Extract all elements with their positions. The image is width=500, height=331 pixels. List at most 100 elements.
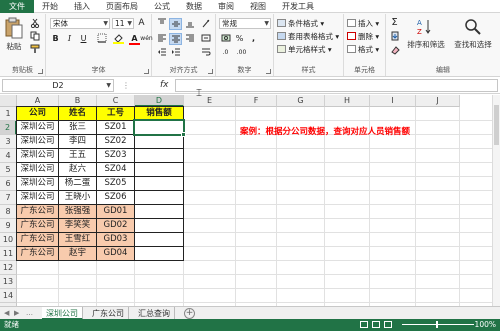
normal-view-icon[interactable]	[360, 321, 368, 328]
orientation-icon[interactable]	[199, 18, 212, 30]
table-cell[interactable]: 李笑笑	[58, 218, 97, 233]
table-cell[interactable]: 深圳公司	[16, 148, 59, 163]
table-cell[interactable]: 张三	[58, 120, 97, 135]
zoom-level[interactable]: 100%	[475, 319, 496, 331]
increase-indent-icon[interactable]	[169, 47, 182, 59]
table-cell[interactable]	[134, 246, 184, 261]
cut-icon[interactable]	[28, 18, 41, 30]
table-cell[interactable]	[134, 176, 184, 191]
table-cell[interactable]: 赵宇	[58, 246, 97, 261]
align-right-icon[interactable]	[183, 33, 196, 45]
table-cell[interactable]: 赵六	[58, 162, 97, 177]
table-cell[interactable]: SZ03	[96, 148, 135, 163]
table-cell[interactable]: 广东公司	[16, 232, 59, 247]
conditional-format-button[interactable]: 条件格式 ▾	[277, 18, 324, 30]
table-cell[interactable]: SZ01	[96, 120, 135, 135]
currency-icon[interactable]	[219, 33, 232, 45]
table-cell[interactable]: GD03	[96, 232, 135, 247]
header-cell[interactable]: 姓名	[58, 106, 97, 121]
table-cell[interactable]: SZ02	[96, 134, 135, 149]
table-cell[interactable]	[134, 162, 184, 177]
font-name-combo[interactable]: 宋体 ▼	[50, 18, 110, 29]
delete-cells-button[interactable]: 删除 ▾	[347, 31, 379, 43]
font-launcher-icon[interactable]	[144, 69, 149, 74]
number-launcher-icon[interactable]	[266, 69, 271, 74]
comma-button[interactable]: ,	[247, 33, 260, 45]
row-header-8[interactable]: 8	[0, 205, 17, 219]
header-cell[interactable]: 公司	[16, 106, 59, 121]
font-size-combo[interactable]: 11 ▼	[112, 18, 134, 29]
wrap-text-icon[interactable]	[199, 47, 212, 59]
fill-icon[interactable]	[388, 31, 401, 43]
row-header-2[interactable]: 2	[0, 121, 17, 135]
tab-view[interactable]: 视图	[242, 0, 274, 13]
row-header-10[interactable]: 10	[0, 233, 17, 247]
name-box[interactable]: D2 ▼	[2, 79, 114, 92]
table-cell[interactable]	[134, 134, 184, 149]
align-top-icon[interactable]	[155, 18, 168, 30]
clipboard-launcher-icon[interactable]	[38, 69, 43, 74]
cell-styles-button[interactable]: 单元格样式 ▾	[277, 44, 332, 56]
table-cell[interactable]: 广东公司	[16, 218, 59, 233]
column-header-i[interactable]: I	[370, 95, 416, 107]
tab-file[interactable]: 文件	[0, 0, 34, 13]
merge-center-icon[interactable]	[199, 33, 212, 45]
table-cell[interactable]: 王五	[58, 148, 97, 163]
format-cells-button[interactable]: 格式 ▾	[347, 44, 379, 56]
selected-cell-d2[interactable]	[133, 119, 185, 136]
format-painter-icon[interactable]	[28, 44, 41, 56]
table-cell[interactable]: GD04	[96, 246, 135, 261]
row-header-5[interactable]: 5	[0, 163, 17, 177]
autosum-button[interactable]: Σ	[388, 17, 401, 29]
align-bottom-icon[interactable]	[183, 18, 196, 30]
clear-icon[interactable]	[388, 45, 401, 57]
zoom-slider-knob[interactable]	[436, 321, 438, 328]
tab-review[interactable]: 审阅	[210, 0, 242, 13]
table-cell[interactable]: 深圳公司	[16, 134, 59, 149]
grow-font-button[interactable]: A	[135, 17, 148, 29]
select-all-corner[interactable]	[0, 95, 17, 107]
row-header-11[interactable]: 11	[0, 247, 17, 261]
table-cell[interactable]: 李四	[58, 134, 97, 149]
add-sheet-icon[interactable]: +	[184, 308, 195, 319]
column-header-f[interactable]: F	[236, 95, 277, 107]
table-cell[interactable]: GD01	[96, 204, 135, 219]
more-icon[interactable]: ⋮	[122, 79, 130, 92]
tab-page-layout[interactable]: 页面布局	[98, 0, 146, 13]
table-cell[interactable]	[134, 204, 184, 219]
zoom-slider[interactable]	[402, 324, 474, 325]
underline-button[interactable]: U	[77, 33, 90, 45]
table-cell[interactable]	[134, 218, 184, 233]
align-center-icon[interactable]	[169, 33, 182, 45]
paste-button[interactable]: 粘贴	[3, 17, 25, 52]
column-header-h[interactable]: H	[325, 95, 370, 107]
table-cell[interactable]: 广东公司	[16, 204, 59, 219]
table-cell[interactable]: 深圳公司	[16, 162, 59, 177]
table-cell[interactable]: SZ06	[96, 190, 135, 205]
tab-formulas[interactable]: 公式	[146, 0, 178, 13]
format-as-table-button[interactable]: 套用表格格式 ▾	[277, 31, 339, 43]
tab-developer[interactable]: 开发工具	[274, 0, 322, 13]
table-cell[interactable]	[134, 148, 184, 163]
align-left-icon[interactable]	[155, 33, 168, 45]
table-cell[interactable]: 广东公司	[16, 246, 59, 261]
page-layout-view-icon[interactable]	[372, 321, 380, 328]
row-header-13[interactable]: 13	[0, 275, 17, 289]
table-cell[interactable]: 深圳公司	[16, 120, 59, 135]
insert-function-button[interactable]: fx	[160, 79, 169, 92]
fill-handle[interactable]	[181, 132, 186, 137]
table-cell[interactable]	[134, 232, 184, 247]
row-header-3[interactable]: 3	[0, 135, 17, 149]
border-icon[interactable]	[95, 33, 108, 45]
table-cell[interactable]: SZ04	[96, 162, 135, 177]
page-break-view-icon[interactable]	[384, 321, 392, 328]
percent-button[interactable]: %	[233, 33, 246, 45]
number-format-combo[interactable]: 常规 ▼	[219, 18, 271, 29]
row-header-7[interactable]: 7	[0, 191, 17, 205]
alignment-launcher-icon[interactable]	[208, 69, 213, 74]
decrease-decimal-button[interactable]: .00	[235, 47, 248, 59]
decrease-indent-icon[interactable]	[155, 47, 168, 59]
vertical-scrollbar[interactable]	[492, 95, 500, 306]
tab-home[interactable]: 开始	[34, 0, 66, 13]
table-cell[interactable]	[134, 190, 184, 205]
